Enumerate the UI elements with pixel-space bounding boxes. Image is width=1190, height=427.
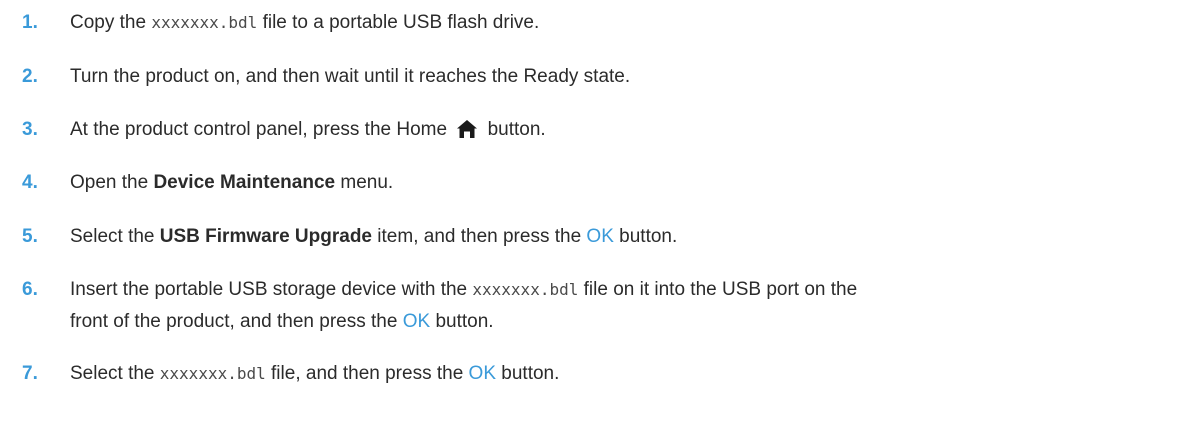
step-text: Open the Device Maintenance menu. (70, 172, 394, 193)
step-number: 6. (22, 279, 38, 300)
filename: xxxxxxx.bdl (472, 280, 579, 299)
step-text: Select the USB Firmware Upgrade item, an… (70, 226, 678, 247)
step-text: Select the xxxxxxx.bdl file, and then pr… (70, 363, 560, 384)
step-7: 7. Select the xxxxxxx.bdl file, and then… (0, 358, 1180, 390)
step-text: Insert the portable USB storage device w… (70, 279, 858, 332)
filename: xxxxxxx.bdl (159, 364, 266, 383)
menu-name: Device Maintenance (153, 172, 336, 193)
step-3: 3. At the product control panel, press t… (0, 114, 1180, 150)
step-number: 7. (22, 363, 38, 384)
step-text: Copy the xxxxxxx.bdl file to a portable … (70, 12, 540, 33)
step-6: 6. Insert the portable USB storage devic… (0, 274, 1180, 338)
filename: xxxxxxx.bdl (151, 13, 258, 32)
step-1: 1. Copy the xxxxxxx.bdl file to a portab… (0, 7, 1180, 39)
step-text: Turn the product on, and then wait until… (70, 66, 631, 87)
ok-button-label: OK (468, 363, 496, 384)
instruction-steps: 1. Copy the xxxxxxx.bdl file to a portab… (0, 0, 1190, 427)
home-icon (456, 118, 478, 150)
step-number: 1. (22, 12, 38, 33)
step-text: At the product control panel, press the … (70, 114, 1180, 150)
ok-button-label: OK (402, 311, 431, 332)
step-5: 5. Select the USB Firmware Upgrade item,… (0, 221, 1180, 253)
step-2: 2. Turn the product on, and then wait un… (0, 61, 1180, 93)
ok-button-label: OK (586, 226, 614, 247)
step-number: 4. (22, 172, 38, 193)
step-number: 2. (22, 66, 38, 87)
menu-item-name: USB Firmware Upgrade (159, 226, 373, 247)
step-4: 4. Open the Device Maintenance menu. (0, 167, 1180, 199)
step-number: 3. (22, 119, 38, 140)
step-number: 5. (22, 226, 38, 247)
